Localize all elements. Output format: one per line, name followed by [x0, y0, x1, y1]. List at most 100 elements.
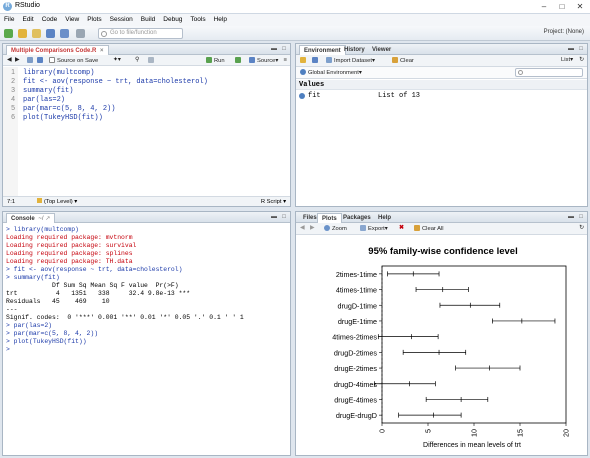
- print-icon[interactable]: [76, 29, 85, 38]
- back-icon[interactable]: ◀: [7, 57, 11, 64]
- menu-help[interactable]: Help: [210, 14, 231, 26]
- menu-code[interactable]: Code: [38, 14, 62, 26]
- goto-file-input[interactable]: Go to file/function: [98, 28, 183, 39]
- maximize-icon[interactable]: □: [554, 1, 570, 12]
- minimize-pane-icon[interactable]: ▬: [270, 214, 278, 221]
- menu-edit[interactable]: Edit: [18, 14, 37, 26]
- x-axis-label: Differences in mean levels of trt: [423, 442, 521, 449]
- main-toolbar: Go to file/function Project: (None): [0, 26, 590, 41]
- object-value: List of 13: [378, 92, 421, 100]
- tab-plots[interactable]: Plots: [317, 213, 342, 223]
- clear-all-label: Clear All: [422, 226, 444, 232]
- refresh-plot-icon[interactable]: ↻: [579, 225, 584, 232]
- console-line: ---: [6, 306, 18, 313]
- remove-plot-icon[interactable]: ✖: [399, 225, 404, 232]
- previous-plot-icon[interactable]: ◀: [300, 225, 304, 232]
- x-tick-label: 15: [516, 429, 525, 437]
- run-button[interactable]: Run: [206, 57, 225, 65]
- close-tab-icon[interactable]: ×: [100, 48, 104, 54]
- save-file-icon[interactable]: [37, 57, 45, 65]
- filetype-label: R Script: [260, 199, 282, 205]
- import-dataset-label: Import Dataset: [334, 58, 373, 64]
- line-number: 2: [11, 78, 15, 85]
- tab-viewer[interactable]: Viewer: [368, 45, 395, 55]
- minimize-pane-icon[interactable]: ▬: [270, 46, 278, 53]
- list-view-selector[interactable]: List▾: [561, 57, 573, 64]
- console-line: > par(mar=c(5, 8, 4, 2)): [6, 330, 99, 337]
- y-tick-label: drugE-drugD: [336, 411, 377, 420]
- close-icon[interactable]: ✕: [572, 1, 588, 12]
- maximize-pane-icon[interactable]: □: [280, 46, 288, 53]
- project-menu[interactable]: Project: (None): [544, 29, 584, 35]
- menu-session[interactable]: Session: [106, 14, 137, 26]
- filetype-selector[interactable]: R Script ▾: [261, 197, 286, 207]
- next-plot-icon[interactable]: ▶: [310, 225, 314, 232]
- editor-tab[interactable]: Multiple Comparisons Code.R ×: [6, 45, 109, 55]
- save-icon[interactable]: [46, 29, 55, 38]
- maximize-pane-icon[interactable]: □: [577, 46, 585, 53]
- maximize-pane-icon[interactable]: □: [280, 214, 288, 221]
- import-dataset-button[interactable]: Import Dataset▾: [326, 57, 375, 65]
- source-on-save-checkbox[interactable]: Source on Save: [49, 57, 98, 65]
- compile-icon[interactable]: [148, 57, 156, 65]
- menu-plots[interactable]: Plots: [83, 14, 105, 26]
- environment-toolbar: Import Dataset▾ Clear List▾ ↻: [296, 55, 587, 67]
- menu-debug[interactable]: Debug: [159, 14, 186, 26]
- save-workspace-icon[interactable]: [312, 57, 320, 65]
- minimize-pane-icon[interactable]: ▬: [567, 46, 575, 53]
- menu-file[interactable]: File: [0, 14, 18, 26]
- plot-canvas: 95% family-wise confidence level Differe…: [296, 236, 587, 455]
- refresh-icon[interactable]: ↻: [579, 57, 584, 64]
- export-button[interactable]: Export▾: [360, 225, 388, 233]
- source-editor-pane: Multiple Comparisons Code.R × ▬ □ ◀ ▶ So…: [2, 43, 291, 207]
- menu-tools[interactable]: Tools: [186, 14, 209, 26]
- environment-scope-selector[interactable]: Global Environment▾: [300, 69, 362, 77]
- open-project-icon[interactable]: [18, 29, 27, 38]
- environment-search-input[interactable]: [515, 68, 583, 77]
- code-area[interactable]: library(multcomp) fit <- aov(response ~ …: [19, 67, 290, 197]
- maximize-pane-icon[interactable]: □: [577, 214, 585, 221]
- console-title: Console: [11, 216, 35, 222]
- editor-tabbar: Multiple Comparisons Code.R × ▬ □: [3, 44, 290, 55]
- wand-icon[interactable]: ✦▾: [113, 57, 121, 64]
- run-label: Run: [214, 58, 225, 64]
- popout-icon[interactable]: ↗: [45, 216, 50, 222]
- show-in-window-icon[interactable]: [27, 57, 35, 65]
- scope-selector[interactable]: (Top Level) ▾: [37, 197, 77, 207]
- rerun-icon[interactable]: [235, 57, 243, 65]
- zoom-button[interactable]: Zoom: [324, 225, 347, 233]
- console-line: > fit <- aov(response ~ trt, data=choles…: [6, 266, 183, 273]
- expand-object-icon[interactable]: [299, 93, 305, 99]
- console-output[interactable]: > library(multcomp) Loading required pack…: [3, 223, 290, 455]
- load-workspace-icon[interactable]: [300, 57, 308, 65]
- save-all-icon[interactable]: [60, 29, 69, 38]
- find-icon[interactable]: ⚲: [135, 57, 139, 64]
- open-file-icon[interactable]: [32, 29, 41, 38]
- tab-help[interactable]: Help: [374, 213, 395, 223]
- menu-bar: File Edit Code View Plots Session Build Debug To…: [0, 14, 590, 26]
- x-tick-label: 20: [562, 429, 571, 437]
- new-file-icon[interactable]: [4, 29, 13, 38]
- forward-icon[interactable]: ▶: [15, 57, 19, 64]
- source-button[interactable]: Source▾: [249, 57, 278, 65]
- code-line: par(las=2): [23, 96, 66, 104]
- tab-console[interactable]: Console ~/ ↗: [6, 213, 56, 223]
- outline-icon[interactable]: ≡: [284, 57, 287, 64]
- y-tick-label: drugE-1time: [338, 317, 377, 326]
- console-tabbar: Console ~/ ↗ ▬ □: [3, 212, 290, 223]
- minimize-icon[interactable]: –: [536, 1, 552, 12]
- clear-all-plots-button[interactable]: Clear All: [414, 225, 444, 233]
- editor-tab-label: Multiple Comparisons Code.R: [11, 48, 97, 54]
- tab-packages[interactable]: Packages: [339, 213, 375, 223]
- cursor-position: 7:1: [7, 199, 16, 205]
- menu-view[interactable]: View: [61, 14, 83, 26]
- y-tick-label: drugD-2times: [334, 348, 378, 357]
- line-number-gutter: 1 2 3 4 5 6: [3, 67, 18, 197]
- tab-history[interactable]: History: [340, 45, 369, 55]
- minimize-pane-icon[interactable]: ▬: [567, 214, 575, 221]
- menu-build[interactable]: Build: [137, 14, 159, 26]
- clear-workspace-button[interactable]: Clear: [392, 57, 414, 65]
- tab-environment[interactable]: Environment: [299, 45, 346, 55]
- console-line: >: [6, 346, 10, 353]
- environment-row[interactable]: fit List of 13: [296, 91, 587, 102]
